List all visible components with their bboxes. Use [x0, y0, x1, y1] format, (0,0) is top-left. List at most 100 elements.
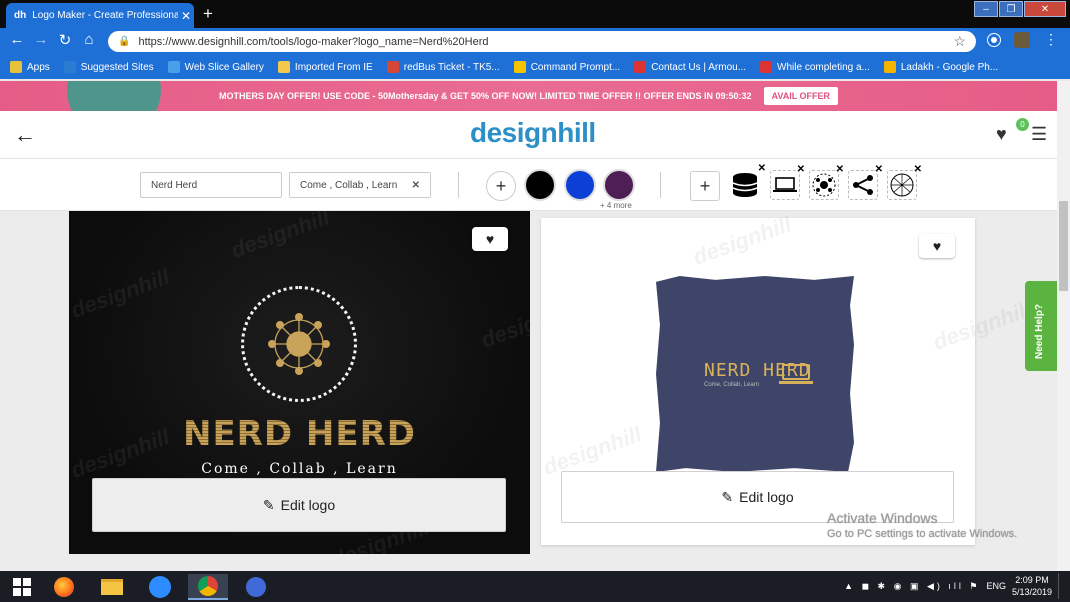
- wishlist-count-badge: 0: [1016, 118, 1029, 131]
- network-sphere-icon: [268, 313, 330, 375]
- show-desktop[interactable]: [1058, 573, 1062, 599]
- activate-title: Activate Windows: [827, 510, 938, 526]
- lock-icon: 🔒: [118, 36, 131, 47]
- hamburger-menu-icon[interactable]: ☰: [1031, 124, 1047, 145]
- bookmark-item[interactable]: Imported From IE: [277, 61, 373, 73]
- laptop-logo-icon: [779, 364, 813, 384]
- symbol-laptop[interactable]: ✕: [770, 164, 805, 200]
- add-symbol-button[interactable]: +: [690, 171, 720, 201]
- restore-icon[interactable]: ❐: [999, 1, 1023, 17]
- chrome-menu-icon[interactable]: ⋮: [1044, 31, 1058, 48]
- color-swatch[interactable]: [524, 169, 556, 201]
- page-scrollbar[interactable]: [1057, 81, 1070, 571]
- favorite-heart-button[interactable]: ♥: [919, 234, 955, 258]
- remove-symbol-icon[interactable]: ✕: [836, 164, 844, 175]
- slogan-input[interactable]: Come , Collab , Learn ✕: [289, 172, 431, 198]
- more-colors-label[interactable]: + 4 more: [600, 201, 632, 210]
- site-header: ← designhill ♥ 0 ☰: [0, 111, 1057, 159]
- window-controls: – ❐ ✕: [974, 1, 1066, 17]
- remove-symbol-icon[interactable]: ✕: [914, 164, 922, 175]
- wishlist-heart-icon[interactable]: ♥: [996, 124, 1007, 145]
- symbol-database[interactable]: ✕: [730, 163, 766, 200]
- system-tray: ▲ ◼ ✱ ◉ ▣ ◀) ıll ⚑ ENG 2:09 PM 5/13/2019: [844, 573, 1062, 599]
- folder-icon: [277, 61, 290, 73]
- bookmark-label: Suggested Sites: [80, 61, 154, 73]
- back-nav-icon[interactable]: ←: [6, 31, 28, 49]
- forward-nav-icon[interactable]: →: [30, 31, 52, 49]
- bookmark-item[interactable]: Ladakh - Google Ph...: [883, 61, 999, 73]
- bookmark-label: Web Slice Gallery: [184, 61, 264, 73]
- clear-slogan-icon[interactable]: ✕: [412, 180, 420, 191]
- start-button[interactable]: [2, 574, 42, 600]
- symbol-globe[interactable]: ✕: [887, 164, 922, 200]
- bookmark-label: redBus Ticket - TK5...: [403, 61, 500, 73]
- close-tab-icon[interactable]: ✕: [178, 9, 194, 23]
- address-bar[interactable]: 🔒 https://www.designhill.com/tools/logo-…: [108, 31, 976, 52]
- remove-symbol-icon[interactable]: ✕: [797, 164, 805, 175]
- edit-pencil-icon: ✎: [262, 496, 275, 513]
- reload-icon[interactable]: ↻: [54, 31, 76, 49]
- browser-tab-strip: dh Logo Maker - Create Professiona ✕ + –…: [0, 0, 1070, 28]
- back-arrow-icon[interactable]: ←: [14, 122, 36, 148]
- logo-filter-bar: Nerd Herd Come , Collab , Learn ✕ + + 4 …: [0, 159, 1057, 211]
- logo-name-input[interactable]: Nerd Herd: [140, 172, 282, 198]
- bookmark-icon: [513, 61, 526, 73]
- windows-logo-icon: [13, 578, 31, 596]
- bookmark-item[interactable]: Command Prompt...: [513, 61, 620, 73]
- extension-icon[interactable]: [988, 33, 1000, 46]
- bookmark-item[interactable]: While completing a...: [760, 61, 870, 73]
- divider: [660, 172, 661, 198]
- symbol-share[interactable]: ✕: [848, 164, 883, 200]
- scrollbar-thumb[interactable]: [1059, 201, 1068, 291]
- color-swatch[interactable]: [564, 169, 596, 201]
- chrome-taskbar-icon[interactable]: [188, 574, 228, 600]
- add-color-button[interactable]: +: [486, 171, 516, 201]
- favorite-heart-button[interactable]: ♥: [472, 227, 508, 251]
- home-icon[interactable]: ⌂: [78, 31, 100, 49]
- browser-tab[interactable]: dh Logo Maker - Create Professiona ✕: [6, 3, 194, 28]
- need-help-tab[interactable]: Need Help?: [1025, 281, 1057, 371]
- q-icon: [760, 61, 773, 73]
- app-taskbar-icon[interactable]: [236, 574, 276, 600]
- minimize-icon[interactable]: –: [974, 1, 998, 17]
- bookmark-label: While completing a...: [777, 61, 870, 73]
- zoom-taskbar-icon[interactable]: [140, 574, 180, 600]
- logo-card[interactable]: designhill designhill designhill designh…: [68, 211, 583, 571]
- clock[interactable]: 2:09 PM 5/13/2019: [1012, 574, 1052, 598]
- designhill-logo[interactable]: designhill: [470, 117, 596, 149]
- bookmark-label: Ladakh - Google Ph...: [900, 61, 999, 73]
- bookmark-item[interactable]: Web Slice Gallery: [167, 61, 264, 73]
- globe-network-icon: [890, 173, 914, 197]
- database-icon: [732, 173, 758, 197]
- bookmark-item[interactable]: Suggested Sites: [63, 61, 154, 73]
- bookmark-star-icon[interactable]: ☆: [953, 33, 966, 50]
- bookmark-item[interactable]: redBus Ticket - TK5...: [386, 61, 500, 73]
- avail-offer-button[interactable]: AVAIL OFFER: [763, 87, 839, 105]
- windows-activation-notice: Activate Windows Go to PC settings to ac…: [827, 510, 1017, 540]
- profile-avatar-icon[interactable]: [1014, 31, 1030, 48]
- logo-card[interactable]: designhill designhill designhill ♥ NERD …: [540, 211, 1035, 545]
- firefox-taskbar-icon[interactable]: [44, 574, 84, 600]
- tray-icons[interactable]: ▲ ◼ ✱ ◉ ▣ ◀) ıll ⚑: [844, 581, 980, 592]
- color-swatch[interactable]: [603, 169, 635, 201]
- file-explorer-taskbar-icon[interactable]: [92, 574, 132, 600]
- apps-grid-icon: [10, 61, 22, 73]
- bookmark-item[interactable]: Apps: [10, 61, 50, 73]
- remove-symbol-icon[interactable]: ✕: [875, 164, 883, 175]
- edit-pencil-icon: ✎: [721, 488, 734, 505]
- edit-logo-button[interactable]: ✎ Edit logo: [92, 478, 506, 532]
- photos-icon: [883, 61, 896, 73]
- need-help-label: Need Help?: [1034, 303, 1045, 359]
- remove-symbol-icon[interactable]: ✕: [758, 163, 766, 174]
- bookmarks-bar: Apps Suggested Sites Web Slice Gallery Impo…: [0, 55, 1070, 79]
- bookmark-item[interactable]: Contact Us | Armou...: [634, 61, 746, 73]
- network-circle-icon: [812, 173, 836, 197]
- logo-tagline-text: Come , Collab , Learn: [201, 461, 398, 477]
- brand-part-a: design: [470, 117, 558, 148]
- new-tab-icon[interactable]: +: [203, 4, 213, 24]
- language-indicator[interactable]: ENG: [986, 581, 1006, 591]
- bookmark-label: Contact Us | Armou...: [651, 61, 747, 73]
- slogan-value: Come , Collab , Learn: [300, 179, 398, 191]
- symbol-network-circle[interactable]: ✕: [809, 164, 844, 200]
- close-window-icon[interactable]: ✕: [1024, 1, 1066, 17]
